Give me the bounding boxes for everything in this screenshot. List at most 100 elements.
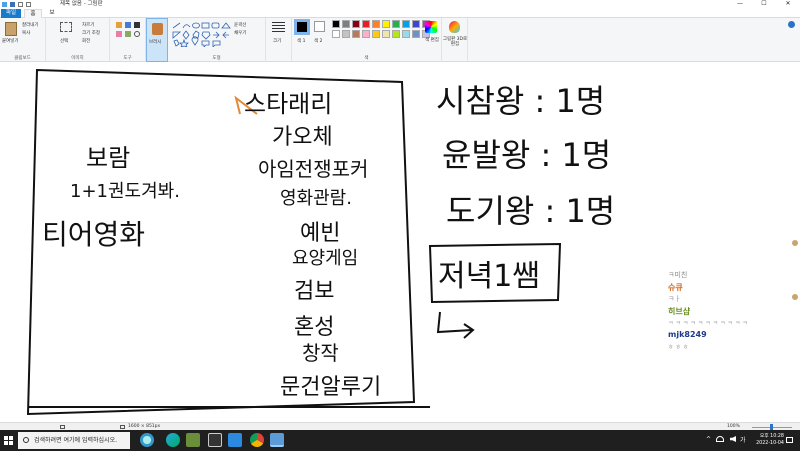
- tab-file[interactable]: 파일: [1, 9, 21, 18]
- resize-handle[interactable]: [792, 240, 798, 246]
- vscode-icon[interactable]: [228, 433, 242, 447]
- right-line-3: 도기왕 : 1명: [446, 192, 615, 230]
- mid-line-3: 아임전쟁포커: [258, 157, 368, 181]
- eraser-icon[interactable]: [116, 31, 122, 37]
- help-icon[interactable]: [788, 21, 795, 28]
- color-picker-icon[interactable]: [125, 31, 131, 37]
- palette-swatch[interactable]: [402, 30, 410, 38]
- crop-button[interactable]: 자르기: [82, 22, 94, 28]
- paint3d-label: 그림판 3D로 편집: [442, 37, 468, 47]
- canvas-area[interactable]: 보람 1+1권도겨봐. 티어영화 스타래리 가오체 아임전쟁포커 영화관람. 예…: [0, 62, 800, 422]
- start-button[interactable]: [4, 436, 13, 445]
- color1-swatch[interactable]: [294, 19, 310, 35]
- tab-home[interactable]: 홈: [24, 9, 42, 18]
- palette-swatch[interactable]: [412, 30, 420, 38]
- right-line-1: 시참왕 : 1명: [436, 82, 605, 120]
- outline-button[interactable]: 윤곽선: [234, 22, 246, 28]
- palette-swatch[interactable]: [352, 30, 360, 38]
- paste-button[interactable]: 붙여넣기: [2, 38, 19, 44]
- fill-button[interactable]: 채우기: [234, 30, 246, 36]
- brush-group[interactable]: 브러시: [146, 18, 168, 62]
- arrow-mark: [436, 311, 475, 339]
- resize-button[interactable]: 크기 조정: [82, 30, 100, 36]
- palette-swatch[interactable]: [362, 20, 370, 28]
- wifi-icon[interactable]: [716, 436, 724, 442]
- taskbar: 검색하려면 여기에 입력하십시오. ^ 가 오후 10:28 2022-10-0…: [0, 430, 800, 451]
- chrome-icon[interactable]: [250, 433, 264, 447]
- edit-colors-label: 색 편집: [425, 38, 439, 43]
- palette-swatch[interactable]: [362, 30, 370, 38]
- palette-swatch[interactable]: [332, 20, 340, 28]
- maximize-button[interactable]: ☐: [752, 0, 776, 8]
- pencil-icon[interactable]: [116, 22, 122, 28]
- edit-colors-icon: [425, 21, 437, 33]
- palette-swatch[interactable]: [382, 20, 390, 28]
- shapes-gallery[interactable]: [171, 21, 233, 47]
- drawing-canvas[interactable]: 보람 1+1권도겨봐. 티어영화 스타래리 가오체 아임전쟁포커 영화관람. 예…: [0, 62, 800, 422]
- palette-swatch[interactable]: [392, 30, 400, 38]
- paint3d-group[interactable]: 그림판 3D로 편집: [442, 18, 468, 62]
- text-icon[interactable]: [134, 22, 140, 28]
- volume-icon[interactable]: [730, 436, 736, 442]
- palette-swatch[interactable]: [372, 20, 380, 28]
- select-button[interactable]: 선택: [60, 38, 68, 44]
- weather-icon[interactable]: [140, 433, 154, 447]
- copy-button[interactable]: 복사: [22, 30, 30, 36]
- undo-icon[interactable]: [18, 1, 23, 7]
- minimize-button[interactable]: —: [728, 0, 752, 8]
- color1-label: 색 1: [297, 39, 306, 44]
- chat-line: ㅋ미친: [668, 271, 688, 279]
- colors-group: 색 1 색 2 색: [292, 18, 442, 62]
- palette-swatch[interactable]: [412, 20, 420, 28]
- notification-icon[interactable]: [786, 437, 793, 443]
- color-palette: [332, 20, 434, 40]
- palette-swatch[interactable]: [352, 20, 360, 28]
- fill-icon[interactable]: [125, 22, 131, 28]
- chat-line: ㅎ ㅎ ㅎ: [668, 344, 689, 351]
- magnifier-icon[interactable]: [134, 31, 140, 37]
- palette-swatch[interactable]: [392, 20, 400, 28]
- mid-line-8: 혼성: [294, 315, 334, 340]
- mid-line-6: 요양게임: [292, 248, 358, 269]
- edge-icon[interactable]: [166, 433, 180, 447]
- tab-view[interactable]: 보기: [44, 9, 60, 25]
- paint-taskbar-icon[interactable]: [270, 433, 284, 447]
- color2-swatch[interactable]: [314, 21, 325, 32]
- palette-swatch[interactable]: [342, 20, 350, 28]
- taskbar-search[interactable]: 검색하려면 여기에 입력하십시오.: [18, 432, 130, 449]
- close-button[interactable]: ✕: [776, 0, 800, 8]
- mid-line-7: 검보: [294, 279, 334, 304]
- rotate-button[interactable]: 회전: [82, 38, 90, 44]
- minecraft-icon[interactable]: [186, 433, 200, 447]
- left-line-2: 1+1권도겨봐.: [70, 181, 180, 202]
- redo-icon[interactable]: [26, 1, 31, 7]
- palette-swatch[interactable]: [382, 30, 390, 38]
- resize-handle[interactable]: [792, 294, 798, 300]
- brush-label: 브러시: [149, 40, 162, 45]
- size-icon: [272, 22, 285, 34]
- tools-group-label: 도구: [123, 56, 132, 61]
- tray-up-icon[interactable]: ^: [706, 436, 711, 443]
- tools-group: 도구: [110, 18, 146, 62]
- mid-line-9: 창작: [302, 341, 339, 365]
- select-icon[interactable]: [60, 22, 72, 32]
- ribbon: 붙여넣기 잘라내기 복사 클립보드 선택 자르기 크기 조정 회전 이미지 도구…: [0, 18, 800, 62]
- app-icon[interactable]: [208, 433, 222, 447]
- palette-swatch[interactable]: [402, 20, 410, 28]
- palette-swatch[interactable]: [372, 30, 380, 38]
- palette-swatch[interactable]: [342, 30, 350, 38]
- color2-label: 색 2: [314, 39, 323, 44]
- taskbar-clock[interactable]: 오후 10:28 2022-10-04: [756, 433, 784, 447]
- quick-access-toolbar: [2, 1, 31, 7]
- cut-button[interactable]: 잘라내기: [22, 22, 39, 28]
- paste-icon[interactable]: [5, 22, 17, 36]
- clipboard-group-label: 클립보드: [14, 56, 31, 61]
- ime-indicator[interactable]: 가: [740, 435, 746, 444]
- palette-swatch[interactable]: [332, 30, 340, 38]
- save-icon[interactable]: [10, 1, 15, 7]
- size-group[interactable]: 크기: [266, 18, 292, 62]
- edit-colors-group[interactable]: 색 편집: [422, 18, 442, 62]
- window-controls: — ☐ ✕: [728, 0, 800, 8]
- title-bar: 제목 없음 - 그림판 — ☐ ✕: [0, 0, 800, 8]
- left-line-3: 티어영화: [42, 218, 145, 251]
